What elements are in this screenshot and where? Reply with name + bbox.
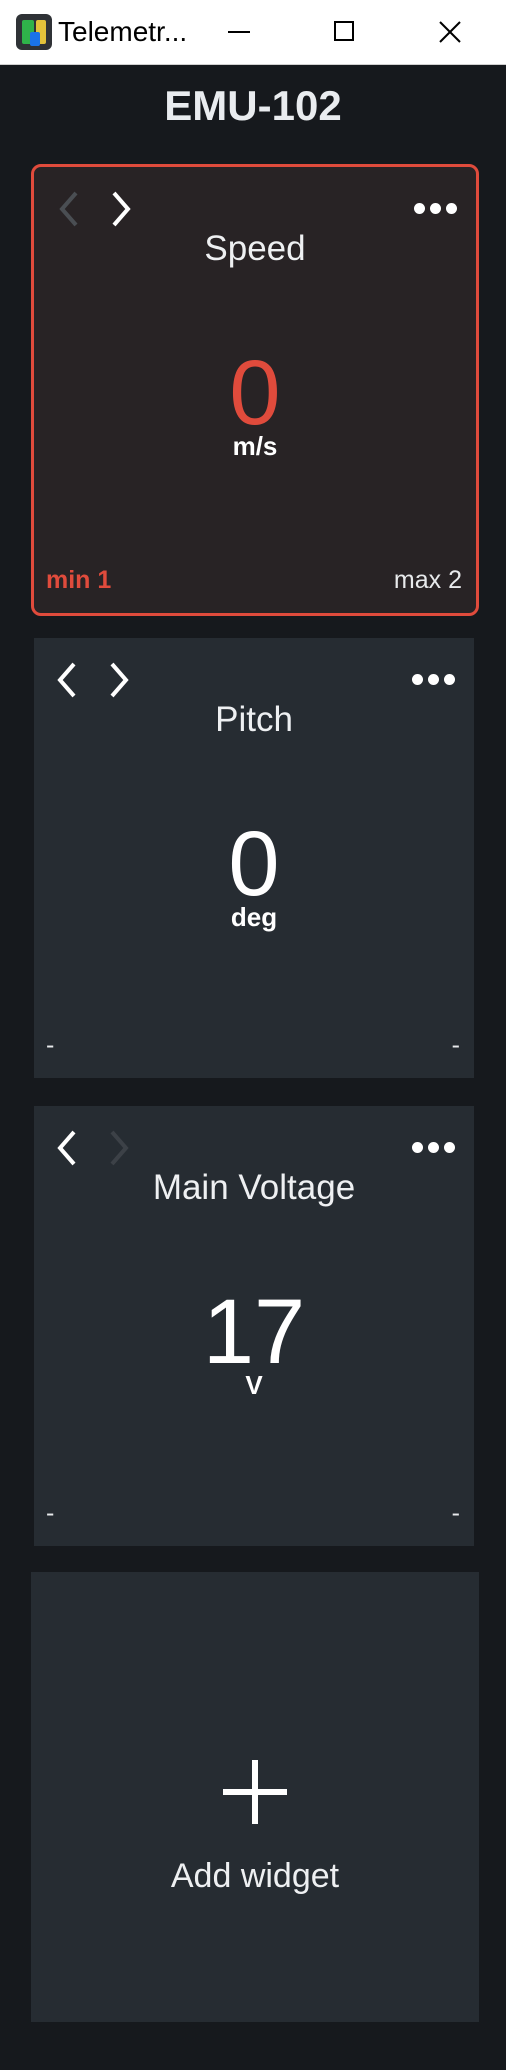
chevron-right-icon (110, 1130, 129, 1166)
maximize-icon (334, 21, 354, 41)
widget-title: Main Voltage (152, 1168, 356, 1207)
add-widget-label: Add widget (170, 1857, 340, 1895)
widget-value: 0 (228, 813, 280, 915)
device-title: EMU-102 (164, 82, 342, 129)
more-options-button[interactable] (412, 672, 460, 688)
widget-unit: deg (230, 902, 278, 932)
minimize-button[interactable] (200, 0, 280, 64)
widget-max: max 2 (393, 566, 462, 594)
close-icon (439, 21, 461, 43)
next-widget-button[interactable] (104, 660, 134, 700)
plus-icon (223, 1760, 287, 1824)
prev-widget-button[interactable] (52, 1128, 82, 1168)
chevron-right-icon (110, 662, 129, 698)
close-button[interactable] (410, 0, 490, 64)
widget-main-voltage: Main Voltage 17 V - - (34, 1106, 474, 1546)
prev-widget-button[interactable] (52, 660, 82, 700)
next-widget-button[interactable] (104, 1128, 134, 1168)
widget-pitch: Pitch 0 deg - - (34, 638, 474, 1078)
chevron-left-icon (57, 662, 76, 698)
prev-widget-button[interactable] (54, 189, 84, 229)
widget-min: - (46, 1031, 55, 1059)
add-widget-button[interactable]: Add widget (31, 1572, 479, 2022)
chevron-left-icon (57, 1130, 76, 1166)
widget-min: min 1 (46, 566, 112, 594)
widget-title: Pitch (215, 700, 293, 739)
widget-max: - (451, 1499, 460, 1527)
chevron-left-icon (59, 191, 78, 227)
chevron-right-icon (112, 191, 131, 227)
more-options-button[interactable] (412, 1140, 460, 1156)
widget-unit: m/s (232, 431, 278, 461)
minimize-icon (228, 31, 250, 33)
widget-value: 17 (202, 1281, 306, 1383)
widget-min: - (46, 1499, 55, 1527)
window-titlebar: Telemetr... (0, 0, 506, 65)
app-icon (16, 14, 52, 50)
maximize-button[interactable] (305, 0, 385, 64)
next-widget-button[interactable] (106, 189, 136, 229)
widget-max: - (451, 1031, 460, 1059)
widget-title: Speed (204, 229, 306, 268)
widget-speed: Speed 0 m/s min 1 max 2 (31, 164, 479, 616)
widget-value: 0 (229, 342, 281, 444)
widget-unit: V (245, 1370, 263, 1400)
more-options-button[interactable] (414, 201, 462, 217)
window-title: Telemetr... (58, 16, 188, 47)
